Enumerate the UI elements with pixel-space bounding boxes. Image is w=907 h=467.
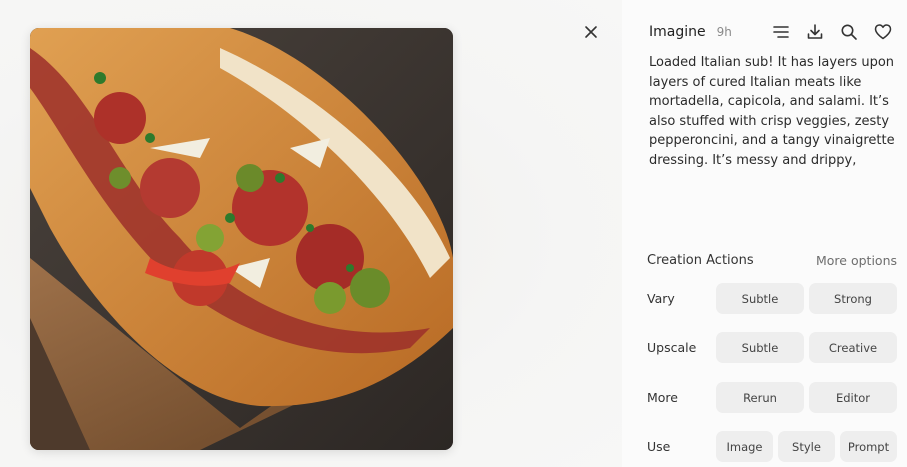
editor-button[interactable]: Editor [809,382,897,413]
details-panel: Imagine 9h Loaded Italian sub! It has la… [622,0,907,467]
generated-image[interactable] [30,28,453,450]
sandwich-image [30,28,453,450]
action-row-use: Use Image Style Prompt [647,431,897,462]
action-row-more: More Rerun Editor [647,382,897,413]
search-icon [841,24,857,40]
panel-title: Imagine [649,24,706,40]
use-prompt-button[interactable]: Prompt [840,431,897,462]
header-actions [771,22,893,42]
more-options-link[interactable]: More options [816,253,897,268]
upscale-subtle-button[interactable]: Subtle [716,332,804,363]
heart-icon [874,24,892,40]
creation-actions-header: Creation Actions More options [647,250,897,270]
download-button[interactable] [805,22,825,42]
use-style-button[interactable]: Style [778,431,835,462]
creation-actions-title: Creation Actions [647,252,754,268]
prompt-text: Loaded Italian sub! It has layers upon l… [649,55,895,168]
close-button[interactable] [581,22,601,42]
close-icon [585,26,597,38]
download-icon [807,24,823,39]
vary-strong-button[interactable]: Strong [809,283,897,314]
action-row-vary: Vary Subtle Strong [647,283,897,314]
search-button[interactable] [839,22,859,42]
image-stage [0,0,622,467]
rerun-button[interactable]: Rerun [716,382,804,413]
upscale-creative-button[interactable]: Creative [809,332,897,363]
action-row-upscale: Upscale Subtle Creative [647,332,897,363]
like-button[interactable] [873,22,893,42]
row-label: More [647,390,678,405]
row-label: Use [647,439,671,454]
timestamp: 9h [716,25,732,39]
use-image-button[interactable]: Image [716,431,773,462]
list-icon [773,26,789,38]
list-button[interactable] [771,22,791,42]
vary-subtle-button[interactable]: Subtle [716,283,804,314]
row-label: Upscale [647,340,697,355]
panel-header: Imagine 9h [649,21,893,43]
row-label: Vary [647,291,675,306]
